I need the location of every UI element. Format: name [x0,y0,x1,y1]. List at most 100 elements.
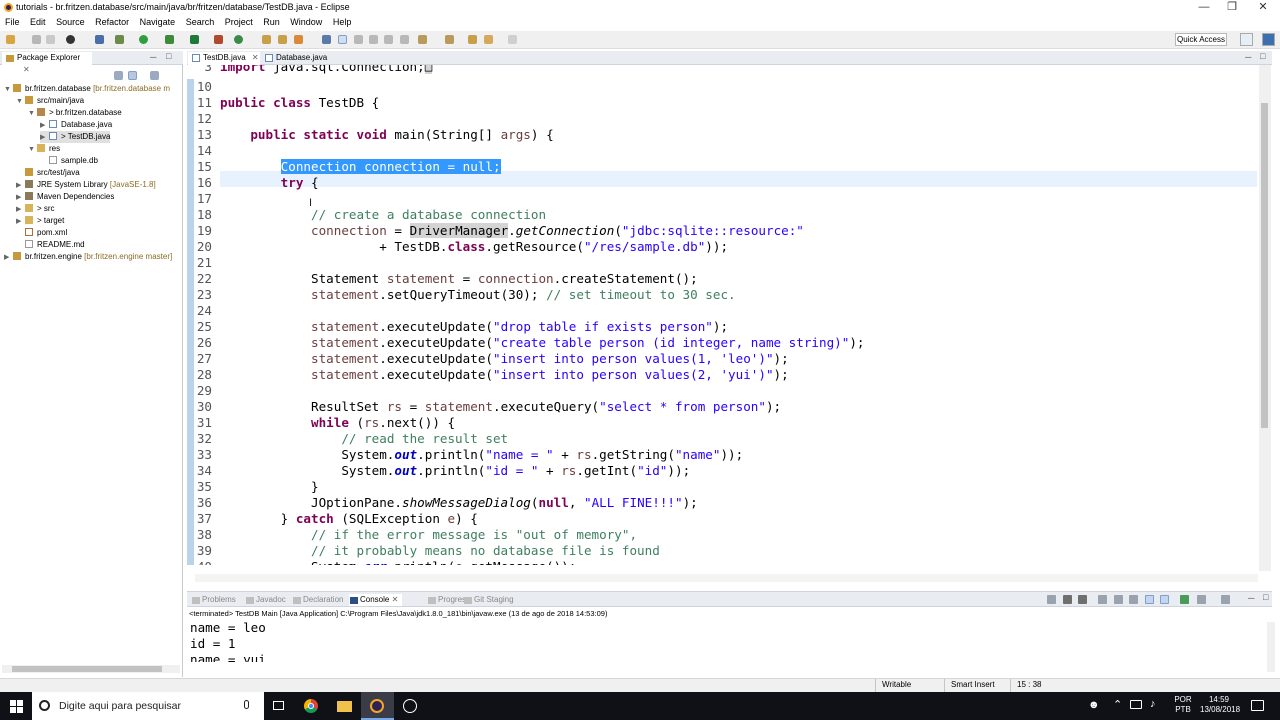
code-line[interactable]: 39 // it probably means no database file… [187,543,1257,559]
taskbar-search-input[interactable]: Digite aqui para pesquisar [32,692,264,720]
task-view-icon[interactable] [262,692,295,720]
remove-all-launches-icon[interactable] [1078,595,1087,604]
open-perspective-icon[interactable] [1240,33,1253,46]
language-indicator[interactable]: POR PTB [1172,695,1194,715]
editor-vscroll-thumb[interactable] [1261,103,1268,428]
quick-access-input[interactable]: Quick Access [1175,33,1227,46]
code-area[interactable]: 3 import java.sql.Connection;□ 10 11 public … [187,65,1272,565]
clear-console-icon[interactable] [1098,595,1107,604]
network-icon[interactable] [1130,700,1142,709]
menu-file[interactable]: File [5,15,20,30]
search-toolbar-icon[interactable] [294,35,303,44]
collapse-arrow-icon[interactable]: ▼ [28,144,37,156]
code-line[interactable]: 40 System.err.println(e.getMessage()); [187,559,1257,565]
code-line[interactable]: 29 [187,383,1257,399]
code-line[interactable]: 28 statement.executeUpdate("insert into … [187,367,1257,383]
menu-refactor[interactable]: Refactor [95,15,129,30]
maximize-view-icon[interactable]: □ [166,51,171,61]
show-whitespace-icon[interactable] [384,35,393,44]
code-line[interactable]: 20 + TestDB.class.getResource("/res/samp… [187,239,1257,255]
open-task-icon[interactable] [278,35,287,44]
editor-tab-testdb[interactable]: TestDB.java ✕ [188,52,260,65]
close-tab-icon[interactable]: ✕ [23,65,30,74]
windows-start-icon[interactable] [0,692,32,720]
maximize-button[interactable]: ❐ [1215,0,1249,15]
tab-javadoc[interactable]: Javadoc [245,594,286,606]
code-line[interactable]: 19 connection = DriverManager.getConnect… [187,223,1257,239]
minimize-view-icon[interactable]: ─ [150,52,156,62]
remove-launch-icon[interactable] [1063,595,1072,604]
code-line[interactable]: 22 Statement statement = connection.crea… [187,271,1257,287]
new-icon[interactable] [6,35,15,44]
show-on-stdout-icon[interactable] [1145,595,1154,604]
code-line[interactable]: 17 [187,191,1257,207]
expand-arrow-icon[interactable]: ▶ [16,216,25,228]
taskbar-clock[interactable]: 14:59 13/08/2018 [1200,695,1240,715]
block-selection-icon[interactable] [369,35,378,44]
console-vscrollbar[interactable] [1267,622,1275,672]
tree-item-package[interactable]: ▼ > br.fritzen.database [28,107,122,119]
debug-icon[interactable] [115,35,124,44]
close-tab-icon[interactable]: ✕ [392,595,399,604]
tree-item-res[interactable]: ▼ res [28,143,60,155]
code-line[interactable]: 16 try { [187,175,1257,191]
eclipse-taskbar-icon[interactable] [361,692,394,720]
code-line[interactable]: 3 import java.sql.Connection;□ [187,65,1257,75]
scroll-lock-icon[interactable] [1114,595,1123,604]
code-line[interactable]: 32 // read the result set [187,431,1257,447]
tab-git-staging[interactable]: Git Staging [463,594,514,606]
menu-navigate[interactable]: Navigate [140,15,176,30]
code-line[interactable]: 15 Connection connection = null; [187,159,1257,175]
terminate-icon[interactable] [1047,595,1056,604]
code-line[interactable]: 27 statement.executeUpdate("insert into … [187,351,1257,367]
maximize-console-icon[interactable]: □ [1263,592,1268,602]
collapse-arrow-icon[interactable]: ▼ [16,96,25,108]
editor-hscrollbar[interactable] [195,574,1258,582]
prev-annotation-icon[interactable] [445,35,454,44]
tab-declaration[interactable]: Declaration [292,594,343,606]
tree-item-target[interactable]: ▶ > target [16,215,64,227]
open-console-icon[interactable] [1221,595,1230,604]
maximize-editor-icon[interactable]: □ [1260,51,1265,61]
collapse-all-icon[interactable] [114,71,123,80]
package-explorer-tab[interactable]: Package Explorer ✕ [2,52,92,74]
volume-icon[interactable]: ♪ [1150,698,1156,710]
tree-item-jre-library[interactable]: ▶ JRE System Library [JavaSE-1.8] [16,179,156,191]
tab-console[interactable]: Console ✕ [349,594,403,606]
notifications-icon[interactable] [1251,700,1264,711]
forward-icon[interactable] [508,35,517,44]
code-line[interactable]: 13 public static void main(String[] args… [187,127,1257,143]
display-console-icon[interactable] [1197,595,1206,604]
tab-problems[interactable]: Problems [191,594,236,606]
code-line[interactable]: 24 [187,303,1257,319]
code-line[interactable]: 36 JOptionPane.showMessageDialog(null, "… [187,495,1257,511]
editor-tab-database[interactable]: Database.java [261,52,331,65]
next-annotation-icon[interactable] [418,35,427,44]
last-edit-icon[interactable] [468,35,477,44]
code-line[interactable]: 21 [187,255,1257,271]
skip-breakpoints-icon[interactable] [95,35,104,44]
close-button[interactable]: ✕ [1246,0,1280,15]
run-icon[interactable] [139,35,148,44]
show-on-stderr-icon[interactable] [1160,595,1169,604]
open-type-icon[interactable] [262,35,271,44]
word-wrap-console-icon[interactable] [1129,595,1138,604]
code-line[interactable]: 34 System.out.println("id = " + rs.getIn… [187,463,1257,479]
menu-window[interactable]: Window [290,15,322,30]
menu-source[interactable]: Source [56,15,85,30]
code-line[interactable]: 12 [187,111,1257,127]
back-icon[interactable] [484,35,493,44]
menu-project[interactable]: Project [225,15,253,30]
close-tab-icon[interactable]: ✕ [252,53,259,62]
tree-item-src-main-java[interactable]: ▼ src/main/java [16,95,84,107]
collapse-arrow-icon[interactable]: ▼ [4,84,13,96]
external-tools-icon[interactable] [190,35,199,44]
show-block-icon[interactable] [400,35,409,44]
code-line[interactable]: 35 } [187,479,1257,495]
new-class-icon[interactable] [234,35,243,44]
menu-run[interactable]: Run [263,15,280,30]
chrome-icon[interactable] [295,692,328,720]
coverage-icon[interactable] [165,35,174,44]
file-explorer-icon[interactable] [328,692,361,720]
tree-item-src-test-java[interactable]: src/test/java [16,167,80,179]
